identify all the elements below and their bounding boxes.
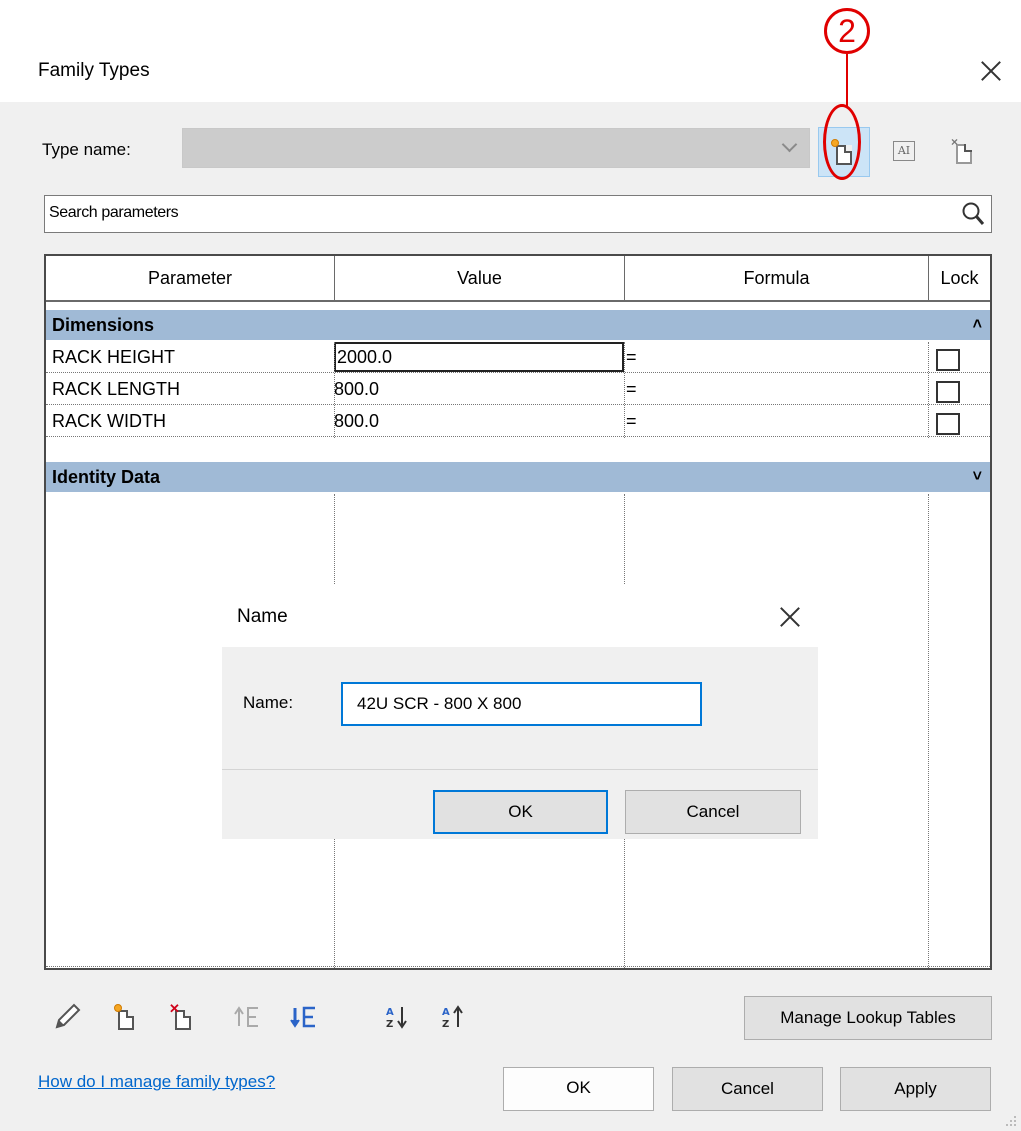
annotation-line [846, 54, 848, 106]
value-input[interactable]: 2000.0 [337, 342, 392, 372]
chevron-down-icon[interactable]: ˅ [973, 462, 982, 492]
help-link[interactable]: How do I manage family types? [38, 1072, 275, 1092]
annotation-circle [823, 104, 861, 180]
value-cell[interactable]: 800.0 [334, 374, 379, 404]
search-placeholder: Search parameters [49, 204, 179, 221]
group-label: Dimensions [52, 315, 155, 335]
parameter-name: RACK HEIGHT [52, 347, 176, 367]
red-x-icon: ✕ [169, 1001, 180, 1016]
table-row[interactable]: RACK WIDTH 800.0 = [46, 406, 990, 436]
table-row[interactable]: RACK LENGTH 800.0 = [46, 374, 990, 404]
chevron-up-icon[interactable]: ˄ [973, 310, 982, 340]
search-input[interactable]: Search parameters [44, 195, 992, 233]
column-header-lock[interactable]: Lock [929, 256, 990, 302]
name-label: Name: [243, 693, 294, 712]
table-row[interactable]: RACK HEIGHT 2000.0 = [46, 342, 990, 372]
svg-text:Z: Z [442, 1019, 449, 1030]
apply-button[interactable]: Apply [840, 1067, 991, 1111]
pencil-icon[interactable] [52, 1002, 82, 1032]
manage-lookup-tables-button[interactable]: Manage Lookup Tables [744, 996, 992, 1040]
delete-type-icon [956, 144, 972, 164]
annotation-number: 2 [824, 8, 870, 54]
parameter-name: RACK WIDTH [52, 411, 166, 431]
lock-checkbox[interactable] [936, 349, 960, 371]
formula-cell[interactable]: = [626, 406, 637, 436]
name-input[interactable]: 42U SCR - 800 X 800 [341, 682, 702, 726]
column-header-formula[interactable]: Formula [625, 256, 928, 302]
column-divider [624, 342, 625, 438]
name-dialog-titlebar: Name [222, 585, 818, 647]
formula-cell[interactable]: = [626, 374, 637, 404]
sort-ascending-icon[interactable]: A Z [385, 1004, 409, 1030]
column-header-value[interactable]: Value [335, 256, 624, 302]
svg-text:A: A [442, 1007, 450, 1018]
close-icon[interactable] [778, 605, 802, 629]
group-label: Identity Data [52, 467, 161, 487]
type-name-label: Type name: [42, 140, 131, 159]
column-divider [928, 342, 929, 438]
column-divider [928, 494, 929, 968]
lock-checkbox[interactable] [936, 381, 960, 403]
column-divider [334, 342, 335, 438]
sort-descending-icon[interactable]: A Z [441, 1004, 465, 1030]
divider [222, 769, 818, 770]
new-parameter-button[interactable] [112, 1004, 138, 1030]
new-parameter-icon [118, 1010, 134, 1030]
move-up-icon[interactable] [234, 1005, 260, 1029]
delete-type-button[interactable]: × [942, 131, 982, 171]
rename-type-button[interactable]: AI [885, 133, 925, 173]
lock-checkbox[interactable] [936, 413, 960, 435]
svg-text:Z: Z [386, 1019, 393, 1030]
column-header-parameter[interactable]: Parameter [46, 256, 334, 302]
name-dialog-title: Name [237, 606, 288, 627]
search-icon[interactable] [961, 201, 985, 227]
type-name-combo[interactable] [182, 128, 810, 168]
formula-cell[interactable]: = [626, 342, 637, 372]
resize-grip-icon[interactable] [1004, 1114, 1018, 1128]
x-mark-icon: × [951, 135, 959, 149]
close-icon[interactable] [979, 59, 1003, 83]
group-header-identity-data[interactable]: Identity Data ˅ [46, 462, 990, 492]
cancel-button[interactable]: Cancel [672, 1067, 823, 1111]
row-divider [46, 436, 990, 437]
name-ok-button[interactable]: OK [433, 790, 608, 834]
group-header-dimensions[interactable]: Dimensions ˄ [46, 310, 990, 340]
row-divider [46, 372, 990, 373]
svg-text:A: A [386, 1007, 394, 1018]
move-down-icon[interactable] [290, 1005, 316, 1029]
row-divider [46, 404, 990, 405]
chevron-down-icon[interactable] [781, 136, 798, 153]
value-editor[interactable]: 2000.0 [334, 342, 624, 372]
dialog-title: Family Types [38, 60, 150, 81]
rename-icon: AI [893, 141, 915, 161]
delete-parameter-button[interactable]: ✕ [169, 1001, 195, 1030]
star-icon [114, 1004, 122, 1012]
parameter-name: RACK LENGTH [52, 379, 181, 399]
value-cell[interactable]: 800.0 [334, 406, 379, 436]
row-divider [46, 966, 990, 967]
name-cancel-button[interactable]: Cancel [625, 790, 801, 834]
ok-button[interactable]: OK [503, 1067, 654, 1111]
